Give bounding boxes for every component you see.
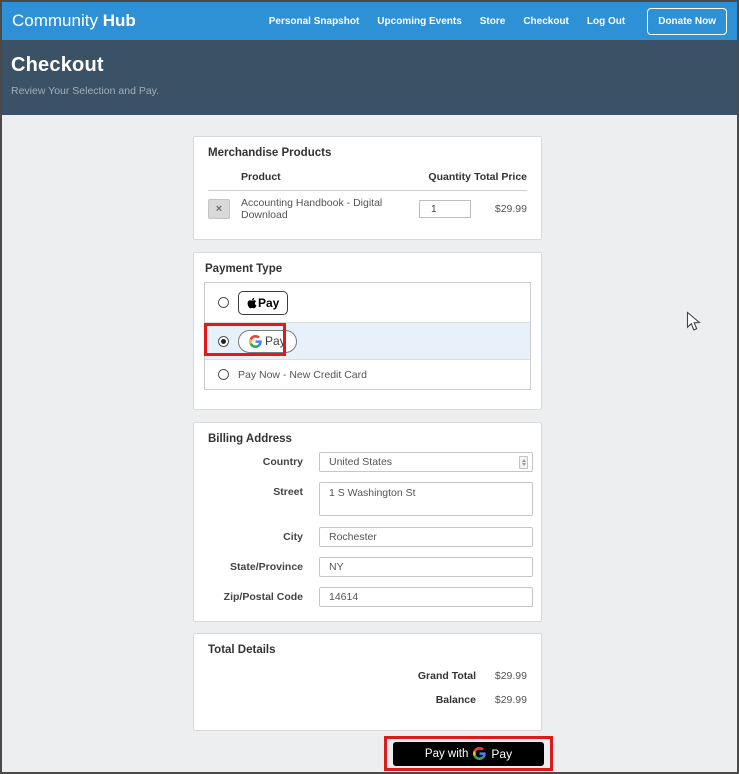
google-pay-label: Pay <box>265 334 286 348</box>
remove-item-button[interactable]: × <box>208 199 230 219</box>
apple-pay-radio[interactable] <box>218 297 229 308</box>
city-label: City <box>208 531 303 543</box>
payment-type-card: Payment Type Pay Pay <box>193 252 542 410</box>
state-input[interactable] <box>319 557 533 577</box>
zip-input[interactable] <box>319 587 533 607</box>
quantity-input[interactable] <box>419 200 471 218</box>
payment-card-title: Payment Type <box>205 263 282 275</box>
city-input[interactable] <box>319 527 533 547</box>
apple-pay-label: Pay <box>258 296 279 310</box>
payment-options-list: Pay Pay Pay Now - New Credit Card <box>204 282 531 390</box>
column-product: Product <box>241 171 405 190</box>
google-g-icon <box>249 335 262 348</box>
apple-logo-icon <box>247 297 257 309</box>
credit-card-label: Pay Now - New Credit Card <box>238 369 367 381</box>
nav-upcoming-events[interactable]: Upcoming Events <box>377 16 461 27</box>
state-label: State/Province <box>208 561 303 573</box>
brand-light: Community <box>12 11 98 30</box>
google-g-icon <box>473 747 486 760</box>
merchandise-products-card: Merchandise Products Product Quantity To… <box>193 136 542 240</box>
country-label: Country <box>208 456 303 468</box>
merchandise-table-header: Product Quantity Total Price <box>208 171 527 191</box>
street-input[interactable]: 1 S Washington St <box>319 482 533 516</box>
street-label: Street <box>208 486 303 498</box>
apple-pay-badge: Pay <box>238 291 288 315</box>
pay-with-gpay-button[interactable]: Pay with Pay <box>393 742 544 766</box>
total-details-card: Total Details Grand Total $29.99 Balance… <box>193 633 542 731</box>
pay-button-suffix: Pay <box>491 747 512 761</box>
credit-card-radio[interactable] <box>218 369 229 380</box>
table-row: × Accounting Handbook - Digital Download… <box>208 197 527 219</box>
brand-bold: Hub <box>103 11 136 30</box>
select-spinner-icon[interactable] <box>519 456 528 469</box>
merchandise-card-title: Merchandise Products <box>208 147 331 159</box>
payment-option-apple-pay[interactable]: Pay <box>205 283 530 323</box>
zip-label: Zip/Postal Code <box>208 591 303 603</box>
main-content: Merchandise Products Product Quantity To… <box>2 115 737 772</box>
grand-total-row: Grand Total $29.99 <box>418 670 527 682</box>
google-pay-radio[interactable] <box>218 336 229 347</box>
google-pay-badge: Pay <box>238 330 297 353</box>
mouse-cursor-icon <box>686 311 703 333</box>
billing-card-title: Billing Address <box>208 433 292 445</box>
billing-address-card: Billing Address Country United States St… <box>193 422 542 622</box>
page-subtitle: Review Your Selection and Pay. <box>11 85 737 97</box>
nav-log-out[interactable]: Log Out <box>587 16 625 27</box>
balance-label: Balance <box>436 694 476 706</box>
item-total-price: $29.99 <box>471 203 527 215</box>
payment-option-credit-card[interactable]: Pay Now - New Credit Card <box>205 360 530 389</box>
nav-store[interactable]: Store <box>480 16 506 27</box>
page-header: Checkout Review Your Selection and Pay. <box>2 40 737 115</box>
grand-total-value: $29.99 <box>489 670 527 682</box>
checkout-page: Community Hub Personal Snapshot Upcoming… <box>0 0 739 774</box>
nav-personal-snapshot[interactable]: Personal Snapshot <box>269 16 360 27</box>
totals-card-title: Total Details <box>208 644 276 656</box>
donate-now-button[interactable]: Donate Now <box>647 8 727 35</box>
country-select[interactable]: United States <box>319 452 533 472</box>
pay-button-highlight-annotation: Pay with Pay <box>384 736 553 771</box>
product-name: Accounting Handbook - Digital Download <box>241 197 405 221</box>
grand-total-label: Grand Total <box>418 670 476 682</box>
column-quantity: Quantity <box>405 171 471 190</box>
country-value: United States <box>329 456 392 468</box>
page-title: Checkout <box>11 54 737 77</box>
nav-checkout[interactable]: Checkout <box>523 16 569 27</box>
pay-button-prefix: Pay with <box>425 748 468 760</box>
balance-row: Balance $29.99 <box>436 694 527 706</box>
column-total-price: Total Price <box>471 171 527 190</box>
balance-value: $29.99 <box>489 694 527 706</box>
payment-option-google-pay[interactable]: Pay <box>205 323 530 360</box>
brand-logo[interactable]: Community Hub <box>12 11 136 31</box>
top-nav-bar: Community Hub Personal Snapshot Upcoming… <box>2 2 737 40</box>
top-nav-links: Personal Snapshot Upcoming Events Store … <box>269 8 727 35</box>
